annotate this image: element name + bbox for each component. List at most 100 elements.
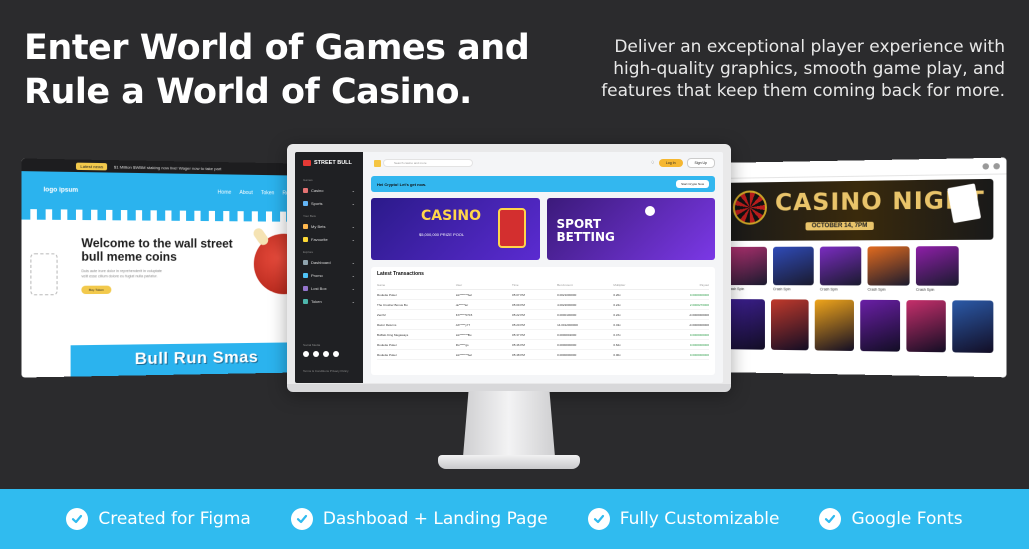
- time-cell: 05:22 PM: [512, 312, 525, 317]
- dashboard-header: Search casino and more ♢ Log In Sign Up: [371, 156, 715, 170]
- nav-link-about[interactable]: About: [239, 190, 252, 196]
- sidebar-footer-links[interactable]: Terms & Conditions Privacy Policy: [303, 369, 349, 373]
- game-thumbnail[interactable]: [860, 299, 900, 352]
- check-icon: [290, 508, 313, 530]
- game-thumbnail[interactable]: [819, 246, 862, 286]
- table-row[interactable]: Buffalo King Megaways Lik*******Bu 05:37 P…: [377, 330, 709, 340]
- monitor-base: [438, 455, 580, 469]
- chevron-down-icon: ⌄: [351, 201, 355, 206]
- sport-promo-card[interactable]: SPORT BETTING: [546, 198, 715, 260]
- sidebar-item-label: My Bets: [311, 224, 326, 229]
- signup-button[interactable]: Sign Up: [686, 158, 715, 168]
- nav-link-token[interactable]: Token: [261, 190, 274, 196]
- table-row[interactable]: Roulette Poker Lik*******bel 05:48 PM 0.000…: [377, 350, 709, 360]
- payout-cell: 0.0000000000: [689, 292, 709, 297]
- multiplier-cell: 0.43x: [613, 322, 621, 327]
- landing-nav: logo ipsum Home About Token Roadmap: [21, 171, 325, 212]
- time-cell: 05:37 PM: [512, 332, 525, 337]
- facebook-icon[interactable]: [303, 351, 309, 357]
- column-header[interactable]: Bet Amount: [557, 283, 613, 287]
- game-cell: Buffalo King Megaways: [377, 332, 409, 337]
- time-cell: 05:09 PM: [512, 302, 525, 307]
- game-thumbnail[interactable]: [915, 246, 959, 286]
- chevron-down-icon: ⌄: [351, 286, 355, 291]
- game-thumbnail[interactable]: [726, 246, 767, 286]
- game-thumbnail[interactable]: [867, 246, 910, 286]
- start-crypto-button[interactable]: Start Crypto Now: [676, 180, 709, 188]
- bet-cell: 0.0000100000: [557, 312, 577, 317]
- user-cell: Ab*****y77: [455, 322, 471, 327]
- bet-cell: 0.0000000000: [557, 342, 577, 347]
- table-row[interactable]: The Crusher Bonus Bu ok*****ler 05:09 PM 4.…: [377, 300, 709, 310]
- chevron-down-icon: ⌄: [351, 188, 355, 193]
- monitor-stand: [463, 391, 555, 457]
- casino-icon: [303, 188, 308, 193]
- token-icon: [303, 299, 308, 304]
- column-header[interactable]: Payout: [658, 283, 709, 287]
- sidebar-item-token[interactable]: Token ⌄: [299, 295, 359, 308]
- table-row[interactable]: ZenX2 KX*****0715 05:22 PM 0.0000100000 0.22…: [377, 310, 709, 320]
- sidebar-item-casino[interactable]: Casino ⌄: [299, 184, 359, 197]
- payout-cell: 2.0000270000: [689, 302, 709, 307]
- multiplier-cell: 0.00x: [613, 352, 621, 357]
- column-header[interactable]: User: [456, 283, 512, 287]
- game-thumbnail[interactable]: [906, 300, 947, 353]
- casino-night-date: OCTOBER 14, 7PM: [805, 221, 874, 231]
- game-thumbnail[interactable]: [773, 246, 814, 286]
- time-cell: 05:48 PM: [512, 352, 525, 357]
- search-input[interactable]: Search casino and more: [374, 159, 473, 167]
- dashboard-icon: [303, 260, 308, 265]
- check-icon: [819, 508, 842, 530]
- sidebar-item-favourite[interactable]: Favourite ⌄: [299, 233, 359, 246]
- casino-promo-card[interactable]: CASINO $5,000,000 PRIZE POOL: [371, 198, 540, 260]
- bell-icon[interactable]: ♢: [650, 160, 654, 166]
- avatar-icon[interactable]: [993, 162, 1000, 169]
- casino-site-preview: CASINO NIGHT OCTOBER 14, 7PM Crash Spin C…: [715, 157, 1007, 378]
- sidebar-item-label: Casino: [311, 188, 324, 193]
- instagram-icon[interactable]: [323, 351, 329, 357]
- drip-divider: [21, 209, 325, 222]
- game-thumbnail[interactable]: [815, 299, 854, 351]
- x-icon[interactable]: [313, 351, 319, 357]
- game-thumbnail[interactable]: [952, 300, 994, 353]
- casino-topbar: [715, 157, 1007, 179]
- feature-label: Dashboad + Landing Page: [322, 509, 548, 529]
- sidebar-item-label: Dashboard: [311, 260, 331, 265]
- slot-machine-icon: [497, 208, 526, 248]
- notification-icon[interactable]: [982, 162, 990, 170]
- landing-logo: logo ipsum: [43, 187, 78, 194]
- feature-customizable: Fully Customizable: [587, 508, 779, 530]
- sidebar-item-promo[interactable]: Promo ⌄: [299, 269, 359, 282]
- nav-link-home[interactable]: Home: [218, 190, 232, 196]
- landing-banner: Bull Run Smas: [70, 341, 325, 377]
- column-header[interactable]: Multiplier: [613, 283, 658, 287]
- table-row[interactable]: Roulette Poker Lik*******bel 05:07 PM 0.002…: [377, 290, 709, 300]
- sidebar-item-sports[interactable]: Sports ⌄: [299, 197, 359, 210]
- multiplier-cell: 0.22x: [613, 312, 621, 317]
- street-bull-logo[interactable]: STREET BULL: [299, 158, 359, 174]
- game-thumbnail[interactable]: [726, 299, 765, 350]
- feature-label: Created for Figma: [98, 509, 251, 529]
- column-header[interactable]: Time: [512, 283, 557, 287]
- buy-token-button[interactable]: Buy Token: [81, 285, 112, 295]
- sidebar-item-dashboard[interactable]: Dashboard ⌄: [299, 256, 359, 269]
- discord-icon[interactable]: [333, 351, 339, 357]
- news-badge: Latest news: [75, 162, 108, 170]
- multiplier-cell: 0.47x: [613, 332, 621, 337]
- check-icon: [587, 508, 610, 530]
- column-header[interactable]: Game: [377, 283, 456, 287]
- table-row[interactable]: Razor Returns Ab*****y77 05:20 PM 14.001200…: [377, 320, 709, 330]
- game-thumbnail[interactable]: [770, 299, 809, 351]
- sidebar-item-lost-box[interactable]: Lost Box ⌄: [299, 282, 359, 295]
- sidebar-item-my-bets[interactable]: My Bets ⌄: [299, 220, 359, 233]
- bull-logo-icon: [303, 160, 311, 166]
- login-button[interactable]: Log In: [658, 159, 683, 167]
- landing-hero-title: Welcome to the wall street bull meme coi…: [81, 237, 233, 264]
- roulette-icon: [732, 190, 767, 225]
- table-row[interactable]: Roulette Poker Ro*****gs 05:46 PM 0.0000000…: [377, 340, 709, 350]
- casino-night-banner[interactable]: CASINO NIGHT OCTOBER 14, 7PM: [726, 178, 994, 241]
- chevron-down-icon: ⌄: [351, 260, 355, 265]
- time-cell: 05:07 PM: [512, 292, 525, 297]
- sidebar-section-games: Games: [303, 178, 313, 182]
- feature-label: Google Fonts: [851, 509, 963, 529]
